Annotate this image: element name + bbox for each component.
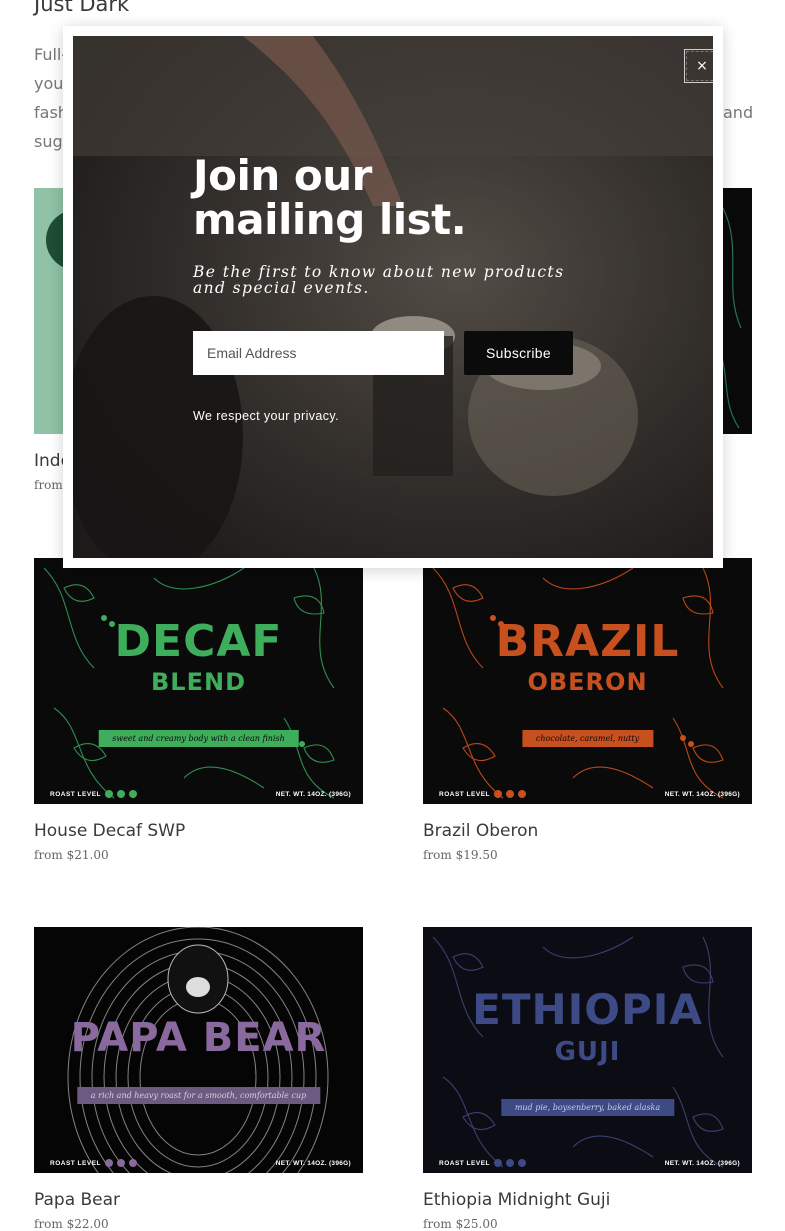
modal-subheading: Be the first to know about new products … — [193, 263, 565, 297]
art-tagline: mud pie, boysenberry, baked alaska — [500, 1099, 675, 1116]
art-word-1: DECAF — [114, 616, 283, 667]
roast-dot-icon — [506, 1159, 515, 1167]
roast-dot-icon — [518, 1159, 527, 1167]
art-word-1: ETHIOPIA — [472, 985, 703, 1034]
product-image[interactable]: BRAZIL OBERON chocolate, caramel, nutty … — [423, 558, 752, 804]
art-word-2: GUJI — [554, 1037, 621, 1067]
roast-level: ROAST LEVEL — [50, 790, 138, 798]
product-card-papa-bear[interactable]: PAPA BEAR a rich and heavy roast for a s… — [34, 927, 363, 1231]
roast-dot-icon — [506, 790, 515, 798]
art-word-1: PAPA BEAR — [70, 1015, 327, 1061]
product-card-brazil-oberon[interactable]: BRAZIL OBERON chocolate, caramel, nutty … — [423, 558, 752, 862]
roast-dot-icon — [129, 1159, 138, 1167]
roast-dot-icon — [518, 790, 527, 798]
net-weight: NET. WT. 14OZ. (396G) — [664, 1160, 740, 1167]
roast-dot-icon — [117, 790, 126, 798]
product-title[interactable]: Papa Bear — [34, 1189, 363, 1211]
roast-level: ROAST LEVEL — [439, 1159, 527, 1167]
product-card-house-decaf[interactable]: DECAF BLEND sweet and creamy body with a… — [34, 558, 363, 862]
product-price: from $21.00 — [34, 848, 109, 862]
modal-background-photo: Join our mailing list. Be the first to k… — [73, 36, 713, 558]
art-word-2: OBERON — [527, 668, 648, 696]
coffee-cups-photo-icon — [73, 36, 713, 558]
subscribe-button[interactable]: Subscribe — [464, 331, 573, 375]
net-weight: NET. WT. 14OZ. (396G) — [664, 791, 740, 798]
product-card-ethiopia-guji[interactable]: ETHIOPIA GUJI mud pie, boysenberry, bake… — [423, 927, 752, 1231]
roast-label: ROAST LEVEL — [50, 790, 102, 798]
product-image[interactable]: ETHIOPIA GUJI mud pie, boysenberry, bake… — [423, 927, 752, 1173]
roast-dot-icon — [105, 1159, 114, 1167]
product-price: from $25.00 — [423, 1217, 498, 1231]
art-tagline: chocolate, caramel, nutty — [521, 730, 654, 747]
product-image[interactable]: DECAF BLEND sweet and creamy body with a… — [34, 558, 363, 804]
email-input[interactable] — [193, 331, 444, 375]
privacy-note: We respect your privacy. — [193, 409, 339, 423]
product-title[interactable]: House Decaf SWP — [34, 820, 363, 842]
modal-heading: Join our mailing list. — [193, 151, 467, 244]
roast-level: ROAST LEVEL — [439, 790, 527, 798]
newsletter-modal: Join our mailing list. Be the first to k… — [63, 26, 723, 568]
roast-dot-icon — [494, 1159, 503, 1167]
collection-title: Just Dark — [34, 0, 130, 16]
product-title[interactable]: Brazil Oberon — [423, 820, 752, 842]
art-tagline: sweet and creamy body with a clean finis… — [98, 730, 299, 747]
roast-dot-icon — [117, 1159, 126, 1167]
product-title[interactable]: Ethiopia Midnight Guji — [423, 1189, 752, 1211]
roast-label: ROAST LEVEL — [439, 1159, 491, 1167]
close-modal-button[interactable]: × — [684, 49, 713, 83]
art-word-1: BRAZIL — [495, 616, 680, 667]
roast-label: ROAST LEVEL — [50, 1159, 102, 1167]
description-fragment: and — [723, 103, 754, 122]
close-icon: × — [696, 58, 708, 74]
roast-label: ROAST LEVEL — [439, 790, 491, 798]
net-weight: NET. WT. 14OZ. (396G) — [275, 1160, 351, 1167]
roast-dot-icon — [105, 790, 114, 798]
art-word-2: BLEND — [151, 668, 246, 696]
product-price: from $19.50 — [423, 848, 498, 862]
roast-level: ROAST LEVEL — [50, 1159, 138, 1167]
product-image[interactable]: PAPA BEAR a rich and heavy roast for a s… — [34, 927, 363, 1173]
roast-dot-icon — [494, 790, 503, 798]
roast-dot-icon — [129, 790, 138, 798]
art-tagline: a rich and heavy roast for a smooth, com… — [76, 1087, 321, 1104]
net-weight: NET. WT. 14OZ. (396G) — [275, 791, 351, 798]
product-price: from $22.00 — [34, 1217, 109, 1231]
